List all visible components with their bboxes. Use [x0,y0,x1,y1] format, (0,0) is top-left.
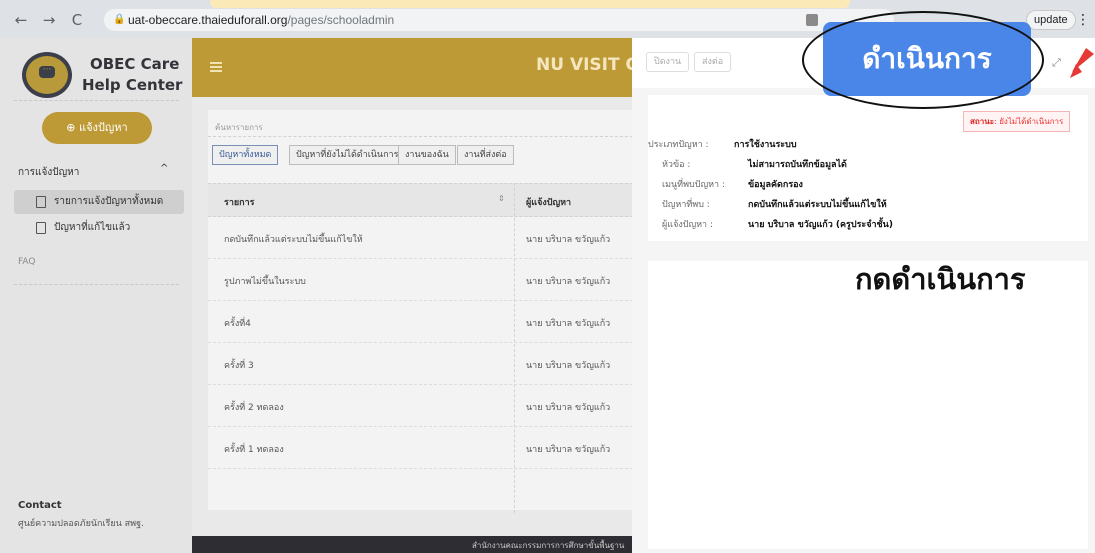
field-value: การใช้งานระบบ [734,140,797,150]
row-item: ครั้งที่ 2 ทดลอง [224,403,284,413]
chevron-up-icon[interactable]: ^ [160,163,168,174]
column-reporter[interactable]: ผู้แจ้งปัญหา [526,195,571,209]
page-footer: สำนักงานคณะกรรมการการศึกษาขั้นพื้นฐาน [192,536,632,553]
back-icon[interactable]: ← [12,12,30,28]
forward-icon[interactable]: → [40,12,58,28]
field-topic: หัวข้อ : ไม่สามารถบันทึกข้อมูลได้ [662,157,1082,171]
row-item: กดบันทึกแล้วแต่ระบบไม่ขึ้นแก้ไขให้ [224,235,363,245]
sidebar-item-label: ปัญหาที่แก้ไขแล้ว [54,222,131,233]
tab-my-tasks[interactable]: งานของฉัน [398,145,456,165]
sidebar-item-label: รายการแจ้งปัญหาทั้งหมด [54,196,164,207]
divider [14,284,179,285]
status-value: : ยังไม่ได้ดำเนินการ [993,117,1064,126]
expand-icon[interactable]: ⤢ [1052,56,1061,70]
contact-title: Contact [18,500,62,511]
document-icon [36,196,46,208]
extension-icon[interactable] [806,14,818,26]
row-item: รูปภาพไม่ขึ้นในระบบ [224,277,306,287]
row-reporter: นาย บริบาล ขวัญแก้ว [526,445,611,455]
contact-subtitle: ศูนย์ความปลอดภัยนักเรียน สพฐ. [18,519,144,529]
table-row[interactable]: รูปภาพไม่ขึ้นในระบบ นาย บริบาล ขวัญแก้ว [208,259,632,301]
table-row[interactable]: ครั้งที่4 นาย บริบาล ขวัญแก้ว [208,301,632,343]
field-reporter: ผู้แจ้งปัญหา : นาย บริบาล ขวัญแก้ว (ครูป… [662,217,1082,231]
field-key: ผู้แจ้งปัญหา : [662,220,714,230]
sidebar-item-all-reports[interactable]: รายการแจ้งปัญหาทั้งหมด [14,190,184,214]
row-item: ครั้งที่ 3 [224,361,254,371]
highlight-oval [802,11,1044,109]
detail-content-card [648,261,1088,549]
field-key: ประเภทปัญหา : [648,140,709,150]
instruction-text: กดดำเนินการ [855,262,1026,296]
lock-icon: 🔒 [113,14,126,25]
field-key: เมนูที่พบปัญหา : [662,180,725,190]
field-category: ประเภทปัญหา : การใช้งานระบบ [648,137,1068,151]
divider [208,136,632,137]
site-title: NU VISIT OT [536,55,632,75]
app-header: NU VISIT OT [192,38,632,97]
app-background: ··· OBEC Care Help Center ⊕ แจ้งปัญหา กา… [0,38,632,553]
table-row[interactable]: ครั้งที่ 3 นาย บริบาล ขวัญแก้ว [208,343,632,385]
row-item: ครั้งที่4 [224,319,251,329]
field-menu: เมนูที่พบปัญหา : ข้อมูลคัดกรอง [662,177,1082,191]
url-host: uat-obeccare.thaieduforall.org [128,13,288,27]
column-item[interactable]: รายการ [224,195,255,209]
sidebar: ··· OBEC Care Help Center ⊕ แจ้งปัญหา กา… [0,38,192,553]
row-reporter: นาย บริบาล ขวัญแก้ว [526,319,611,329]
search-input[interactable]: ค้นหารายการ [215,121,263,134]
sidebar-item-resolved[interactable]: ปัญหาที่แก้ไขแล้ว [14,216,184,240]
red-arrow-icon [1070,48,1094,78]
field-problem: ปัญหาที่พบ : กดบันทึกแล้วแต่ระบบไม่ขึ้นแ… [662,197,1082,211]
brand-line2: Help Center [82,76,183,94]
field-key: หัวข้อ : [662,160,691,170]
tab-pending[interactable]: ปัญหาที่ยังไม่ได้ดำเนินการ [289,145,406,165]
row-reporter: นาย บริบาล ขวัญแก้ว [526,277,611,287]
chat-bubble-icon: ··· [39,66,55,78]
tab-forwarded[interactable]: งานที่ส่งต่อ [457,145,514,165]
field-value: ข้อมูลคัดกรอง [748,180,803,190]
report-list-card: ค้นหารายการ ปัญหาทั้งหมด ปัญหาที่ยังไม่ไ… [208,110,632,513]
row-reporter: นาย บริบาล ขวัญแก้ว [526,235,611,245]
url-path: /pages/schooladmin [287,13,395,27]
table-row[interactable]: ครั้งที่ 2 ทดลอง นาย บริบาล ขวัญแก้ว [208,385,632,427]
more-menu-icon[interactable]: ⋮ [1076,12,1090,28]
field-value: นาย บริบาล ขวัญแก้ว (ครูประจำชั้น) [748,220,893,230]
report-problem-label: แจ้งปัญหา [79,121,128,134]
row-reporter: นาย บริบาล ขวัญแก้ว [526,361,611,371]
section-title: การแจ้งปัญหา [18,167,80,178]
faq-link[interactable]: FAQ [18,257,35,267]
field-value: กดบันทึกแล้วแต่ระบบไม่ขึ้นแก้ไขให้ [748,200,887,210]
hamburger-icon[interactable] [210,62,222,72]
brand-line1: OBEC Care [90,55,180,73]
close-job-button[interactable]: ปิดงาน [646,52,690,72]
address-bar[interactable]: 🔒 uat-obeccare.thaieduforall.org/pages/s… [104,9,894,31]
reload-icon[interactable]: C [68,12,86,28]
tab-all[interactable]: ปัญหาทั้งหมด [212,145,279,165]
row-item: ครั้งที่ 1 ทดลอง [224,445,284,455]
status-badge: สถานะ: ยังไม่ได้ดำเนินการ [963,111,1071,132]
document-icon [36,222,46,234]
status-key: สถานะ [970,117,994,126]
forward-button[interactable]: ส่งต่อ [694,52,732,72]
footer-text: สำนักงานคณะกรรมการการศึกษาขั้นพื้นฐาน [472,541,625,550]
divider [14,100,179,101]
top-highlight-band [210,0,850,8]
table-header: รายการ ⇕ ผู้แจ้งปัญหา [208,183,632,217]
update-button[interactable]: update [1026,10,1076,30]
field-key: ปัญหาที่พบ : [662,200,710,210]
table-row[interactable]: ครั้งที่ 1 ทดลอง นาย บริบาล ขวัญแก้ว [208,427,632,469]
sort-icon[interactable]: ⇕ [498,194,505,203]
report-problem-button[interactable]: ⊕ แจ้งปัญหา [42,112,152,144]
obec-care-logo: ··· [22,52,72,98]
field-value: ไม่สามารถบันทึกข้อมูลได้ [748,160,847,170]
table-row[interactable]: กดบันทึกแล้วแต่ระบบไม่ขึ้นแก้ไขให้ นาย บ… [208,217,632,259]
row-reporter: นาย บริบาล ขวัญแก้ว [526,403,611,413]
report-info-card: สถานะ: ยังไม่ได้ดำเนินการ ประเภทปัญหา : … [648,95,1088,241]
